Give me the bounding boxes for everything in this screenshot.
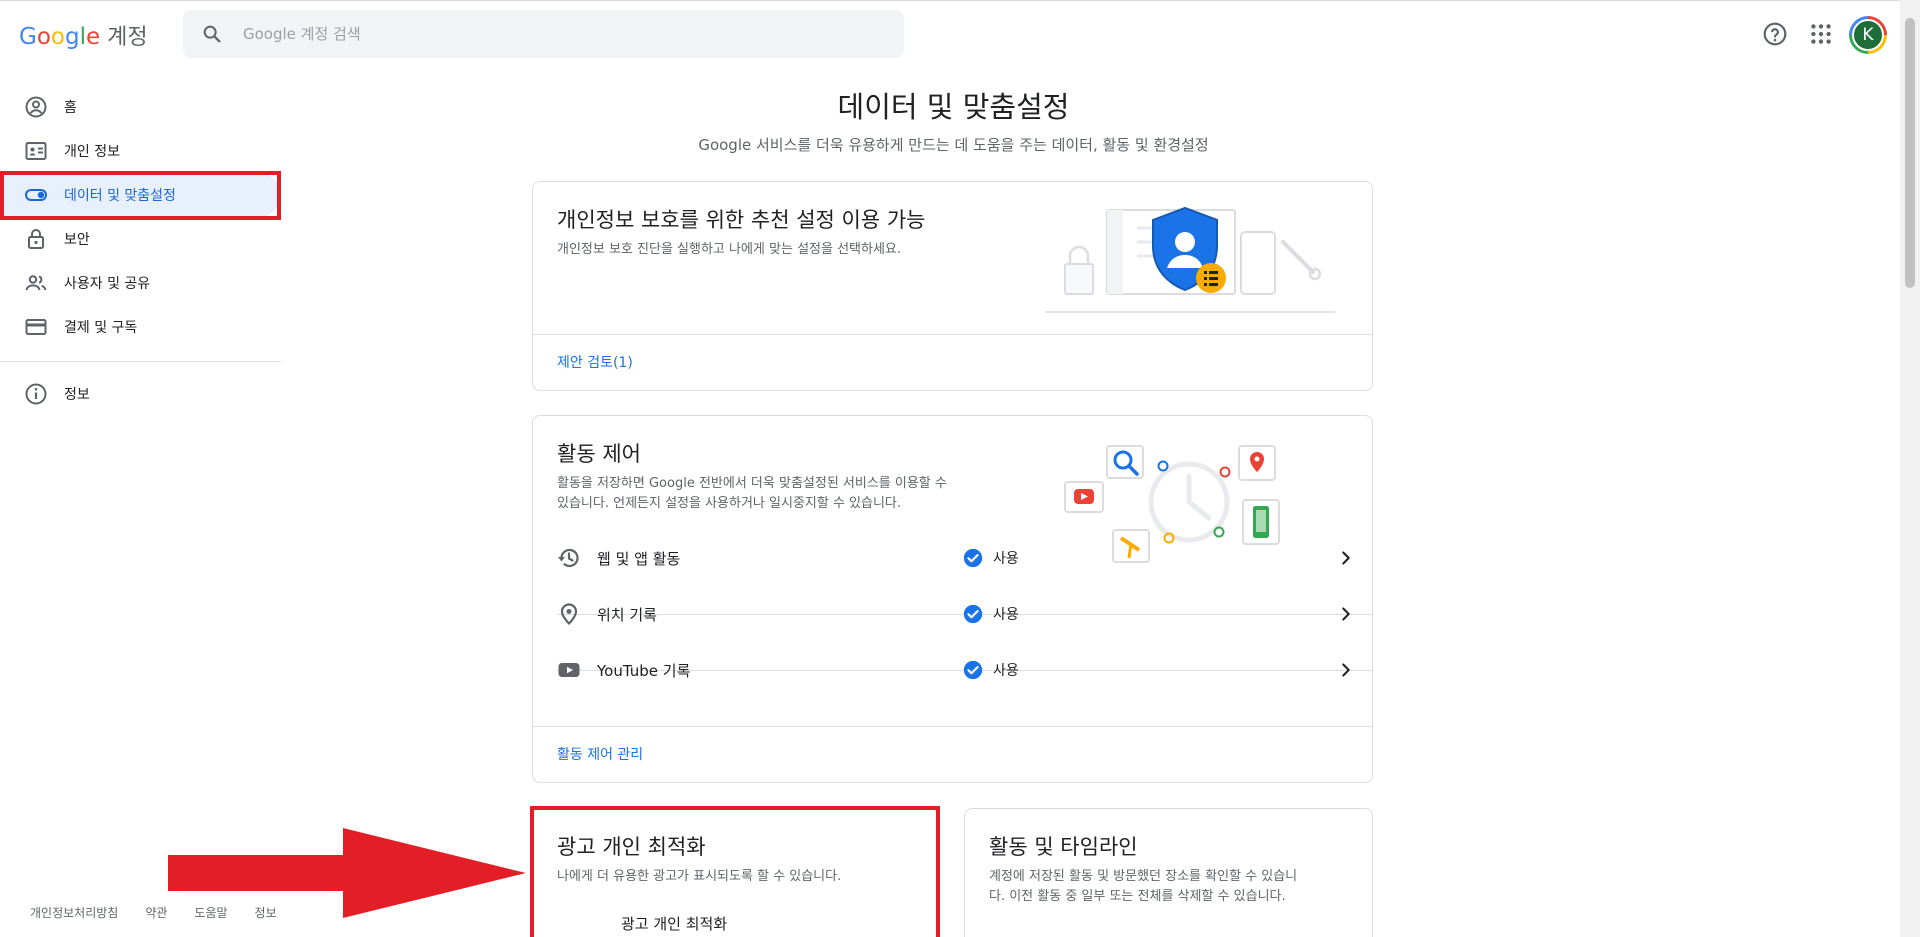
activity-row-location[interactable]: 위치 기록 사용 bbox=[557, 586, 1372, 642]
sidebar-item-people-sharing[interactable]: 사용자 및 공유 bbox=[0, 261, 281, 305]
card-description: 나에게 더 유용한 광고가 표시되도록 할 수 있습니다. bbox=[557, 869, 842, 884]
avatar[interactable]: K bbox=[1849, 16, 1887, 54]
activity-status-text: 사용 bbox=[993, 607, 1019, 623]
top-bar: Google 계정 K bbox=[0, 0, 1920, 65]
scrollbar-thumb[interactable] bbox=[1905, 18, 1915, 288]
sidebar-item-label: 보안 bbox=[64, 232, 90, 248]
privacy-checkup-card: 개인정보 보호를 위한 추천 설정 이용 가능 개인정보 보호 진단을 실행하고… bbox=[532, 181, 1373, 391]
page-title: 데이터 및 맞춤설정 bbox=[837, 90, 1070, 124]
card-title: 광고 개인 최적화 bbox=[557, 835, 706, 859]
privacy-shield-illustration bbox=[1045, 206, 1335, 313]
check-circle-icon bbox=[963, 548, 983, 568]
card-title: 개인정보 보호를 위한 추천 설정 이용 가능 bbox=[557, 208, 926, 232]
activity-timeline-card[interactable]: 활동 및 타임라인 계정에 저장된 활동 및 방문했던 장소를 확인할 수 있습… bbox=[964, 808, 1373, 937]
activity-status-text: 사용 bbox=[993, 663, 1019, 679]
sidebar-item-payments[interactable]: 결제 및 구독 bbox=[0, 305, 281, 349]
search-input[interactable] bbox=[243, 25, 843, 43]
info-icon bbox=[25, 383, 47, 405]
card-description-line1: 활동을 저장하면 Google 전반에서 더욱 맞춤설정된 서비스를 이용할 수 bbox=[557, 476, 947, 491]
card-description-line1: 계정에 저장된 활동 및 방문했던 장소를 확인할 수 있습니 bbox=[989, 869, 1298, 884]
card-divider bbox=[533, 334, 1372, 335]
logo-letter: e bbox=[85, 24, 101, 50]
page-subtitle: Google 서비스를 더욱 유용하게 만드는 데 도움을 주는 데이터, 활동… bbox=[698, 136, 1209, 154]
sidebar-divider bbox=[0, 361, 281, 362]
account-circle-icon bbox=[25, 96, 47, 118]
sidebar-item-label: 데이터 및 맞춤설정 bbox=[64, 188, 176, 204]
check-circle-icon bbox=[963, 660, 983, 680]
credit-card-icon bbox=[25, 319, 47, 335]
logo-letter: o bbox=[50, 24, 65, 50]
activity-status: 사용 bbox=[963, 660, 1019, 680]
sidebar-item-security[interactable]: 보안 bbox=[0, 217, 281, 261]
sidebar-item-label: 개인 정보 bbox=[64, 144, 120, 160]
chevron-right-icon[interactable] bbox=[1335, 603, 1357, 625]
sidebar-item-label: 사용자 및 공유 bbox=[64, 276, 151, 292]
chevron-right-icon[interactable] bbox=[1335, 547, 1357, 569]
card-title: 활동 및 타임라인 bbox=[989, 835, 1138, 859]
apps-grid-icon[interactable] bbox=[1808, 21, 1834, 47]
id-card-icon bbox=[25, 142, 47, 160]
sidebar-item-home[interactable]: 홈 bbox=[0, 85, 281, 129]
search-icon[interactable] bbox=[201, 23, 223, 45]
google-account-logo[interactable]: Google 계정 bbox=[19, 19, 148, 51]
annotation-arrow-icon bbox=[168, 828, 526, 918]
people-icon bbox=[25, 275, 47, 291]
history-icon bbox=[558, 548, 579, 568]
review-suggestions-link[interactable]: 제안 검토(1) bbox=[557, 352, 633, 372]
card-divider bbox=[533, 726, 1372, 727]
chevron-right-icon[interactable] bbox=[1335, 659, 1357, 681]
manage-activity-controls-link[interactable]: 활동 제어 관리 bbox=[557, 744, 643, 764]
card-description: 개인정보 보호 진단을 실행하고 나에게 맞는 설정을 선택하세요. bbox=[557, 242, 902, 257]
activity-row-label: 웹 및 앱 활동 bbox=[597, 549, 681, 568]
sidebar-item-about[interactable]: 정보 bbox=[0, 372, 281, 416]
logo-letter: o bbox=[36, 24, 51, 50]
activity-status-text: 사용 bbox=[993, 551, 1019, 567]
footer-link-terms[interactable]: 약관 bbox=[145, 904, 167, 921]
footer-link-privacy[interactable]: 개인정보처리방침 bbox=[30, 904, 118, 921]
card-description-line2: 다. 이전 활동 중 일부 또는 전체를 삭제할 수 있습니다. bbox=[989, 889, 1286, 904]
logo-letter: g bbox=[64, 24, 80, 50]
sidebar-item-data-personalization[interactable]: 데이터 및 맞춤설정 bbox=[0, 173, 281, 217]
activity-row-web-app[interactable]: 웹 및 앱 활동 사용 bbox=[557, 530, 1372, 586]
activity-status: 사용 bbox=[963, 548, 1019, 568]
lock-icon bbox=[28, 229, 44, 249]
card-description-line2: 있습니다. 언제든지 설정을 사용하거나 일시중지할 수 있습니다. bbox=[557, 496, 902, 511]
youtube-icon bbox=[558, 663, 580, 677]
activity-controls-card: 활동 제어 활동을 저장하면 Google 전반에서 더욱 맞춤설정된 서비스를… bbox=[532, 415, 1373, 783]
ads-row-label: 광고 개인 최적화 bbox=[621, 915, 728, 933]
toggle-icon bbox=[25, 189, 47, 201]
help-icon[interactable] bbox=[1762, 21, 1788, 47]
sidebar-item-personal-info[interactable]: 개인 정보 bbox=[0, 129, 281, 173]
sidebar-item-label: 정보 bbox=[64, 387, 90, 403]
product-name: 계정 bbox=[107, 25, 148, 50]
logo-letter: G bbox=[19, 24, 37, 50]
activity-row-label: YouTube 기록 bbox=[597, 661, 691, 680]
check-circle-icon bbox=[963, 604, 983, 624]
sidebar-item-label: 홈 bbox=[64, 100, 77, 116]
activity-row-label: 위치 기록 bbox=[597, 605, 657, 624]
app-root: Google 계정 K 홈 개인 정보 데이터 및 맞춤설정 보안 bbox=[0, 0, 1920, 937]
card-title: 활동 제어 bbox=[557, 442, 641, 466]
avatar-letter: K bbox=[1852, 19, 1884, 51]
activity-row-youtube[interactable]: YouTube 기록 사용 bbox=[557, 642, 1372, 698]
location-pin-icon bbox=[560, 603, 578, 626]
ad-personalization-card[interactable]: 광고 개인 최적화 나에게 더 유용한 광고가 표시되도록 할 수 있습니다. … bbox=[532, 808, 938, 937]
activity-status: 사용 bbox=[963, 604, 1019, 624]
sidebar-item-label: 결제 및 구독 bbox=[64, 320, 138, 336]
search-box[interactable] bbox=[183, 10, 904, 58]
sidebar: 홈 개인 정보 데이터 및 맞춤설정 보안 사용자 및 공유 결제 및 구독 정… bbox=[0, 85, 281, 416]
